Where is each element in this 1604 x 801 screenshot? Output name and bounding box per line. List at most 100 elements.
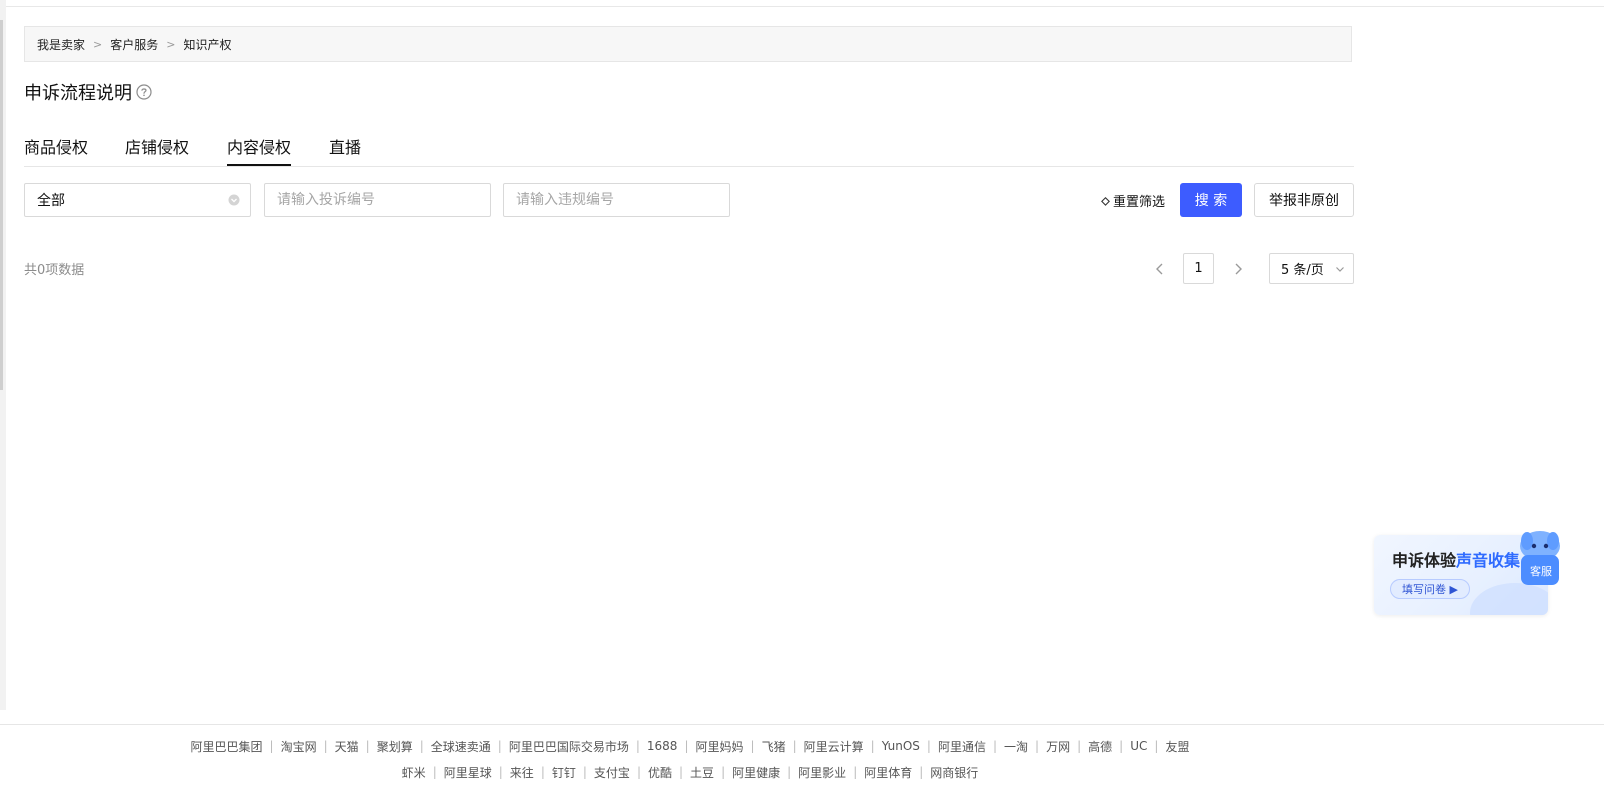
footer-link[interactable]: 阿里体育: [864, 764, 912, 781]
footer-separator: |: [498, 765, 503, 779]
complaint-number-input[interactable]: [264, 183, 491, 217]
breadcrumb-item-ip: 知识产权: [183, 37, 232, 52]
footer-separator: |: [853, 765, 858, 779]
footer-link[interactable]: 全球速卖通: [431, 738, 491, 755]
footer-link[interactable]: 高德: [1088, 738, 1112, 755]
customer-service-float[interactable]: 客服: [1520, 531, 1561, 587]
footer-separator: |: [919, 765, 924, 779]
footer-separator: |: [1154, 739, 1159, 753]
footer-link[interactable]: UC: [1130, 739, 1147, 753]
footer-link[interactable]: 网商银行: [930, 764, 978, 781]
footer-link[interactable]: 阿里巴巴集团: [191, 738, 263, 755]
footer-link[interactable]: 淘宝网: [281, 738, 317, 755]
footer-link[interactable]: 阿里云计算: [804, 738, 864, 755]
breadcrumb-separator-icon: >: [166, 37, 176, 51]
type-select[interactable]: 全部: [24, 183, 251, 217]
page-number-current[interactable]: 1: [1183, 253, 1214, 284]
survey-title-main: 申诉体验: [1392, 551, 1457, 570]
footer-link[interactable]: 一淘: [1004, 738, 1028, 755]
type-select-value: 全部: [37, 193, 65, 209]
total-count: 共0项数据: [24, 263, 85, 278]
footer-link[interactable]: 土豆: [690, 764, 714, 781]
footer-separator: |: [787, 765, 792, 779]
footer-link[interactable]: YunOS: [882, 739, 920, 753]
left-scrollbar-track[interactable]: [0, 0, 6, 710]
footer-separator: |: [635, 739, 640, 753]
chevron-right-icon[interactable]: [1230, 261, 1246, 277]
footer-link[interactable]: 钉钉: [552, 764, 576, 781]
breadcrumb: 我是卖家 > 客户服务 > 知识产权: [24, 26, 1352, 62]
report-non-original-button[interactable]: 举报非原创: [1254, 183, 1354, 217]
customer-service-label: 客服: [1530, 565, 1552, 578]
footer-separator: |: [432, 765, 437, 779]
footer-link[interactable]: 友盟: [1165, 738, 1189, 755]
footer-separator: |: [540, 765, 545, 779]
footer-separator: |: [926, 739, 931, 753]
top-divider: [0, 6, 1604, 7]
page-title: 申诉流程说明: [24, 80, 152, 104]
footer-link[interactable]: 天猫: [335, 738, 359, 755]
footer-separator: |: [679, 765, 684, 779]
footer-link[interactable]: 来往: [510, 764, 534, 781]
footer-separator: |: [1035, 739, 1040, 753]
footer-separator: |: [497, 739, 502, 753]
footer-link[interactable]: 万网: [1046, 738, 1070, 755]
reset-filter-label: 重置筛选: [1113, 194, 1166, 210]
footer-link[interactable]: 1688: [647, 739, 678, 753]
footer-link[interactable]: 阿里健康: [732, 764, 780, 781]
tab-product-infringement[interactable]: 商品侵权: [24, 128, 88, 166]
footer-link[interactable]: 聚划算: [377, 738, 413, 755]
breadcrumb-item-customer-service[interactable]: 客户服务: [110, 36, 158, 53]
footer-link[interactable]: 飞猪: [762, 738, 786, 755]
footer-separator: |: [792, 739, 797, 753]
footer-separator: |: [721, 765, 726, 779]
footer-link[interactable]: 虾米: [402, 764, 426, 781]
footer-link[interactable]: 阿里星球: [444, 764, 492, 781]
footer-separator: |: [365, 739, 370, 753]
search-button[interactable]: 搜 索: [1180, 183, 1242, 217]
footer-link[interactable]: 阿里通信: [938, 738, 986, 755]
footer-link[interactable]: 阿里妈妈: [696, 738, 744, 755]
footer-links-row-1: 阿里巴巴集团 | 淘宝网 | 天猫 | 聚划算 | 全球速卖通 | 阿里巴巴国际交易市场 | 1688 |…: [0, 735, 1380, 757]
footer-link[interactable]: 支付宝: [594, 764, 630, 781]
eraser-icon: [1101, 196, 1110, 206]
page-size-value: 5 条/页: [1281, 263, 1324, 278]
survey-title-highlight: 声音收集: [1456, 551, 1521, 570]
tab-store-infringement[interactable]: 店铺侵权: [125, 128, 189, 166]
left-scrollbar-thumb[interactable]: [0, 20, 3, 390]
footer-link[interactable]: 阿里影业: [798, 764, 846, 781]
breadcrumb-separator-icon: >: [93, 37, 103, 51]
survey-title: 申诉体验声音收集: [1392, 547, 1520, 571]
breadcrumb-item-seller[interactable]: 我是卖家: [37, 36, 85, 53]
footer-divider: [0, 724, 1604, 725]
footer-link[interactable]: 阿里巴巴国际交易市场: [509, 738, 629, 755]
chevron-down-icon: [1336, 267, 1344, 272]
footer-separator: |: [870, 739, 875, 753]
page-size-select[interactable]: 5 条/页: [1269, 253, 1354, 284]
chevron-down-icon: [228, 194, 240, 206]
footer-separator: |: [750, 739, 755, 753]
footer-separator: |: [992, 739, 998, 753]
reset-filter-button[interactable]: 重置筛选: [1100, 183, 1165, 217]
question-circle-icon[interactable]: [136, 84, 152, 100]
footer-links-row-2: 虾米 | 阿里星球 | 来往 | 钉钉 | 支付宝 | 优酷 | 土豆 | 阿里健康 | 阿里影业 | 阿里体育 | 网…: [0, 761, 1380, 783]
page-title-text: 申诉流程说明: [24, 83, 132, 104]
filter-row: 全部 重置筛选 搜 索 举报非原创: [24, 183, 1354, 219]
footer-separator: |: [1119, 739, 1124, 753]
fill-survey-button[interactable]: 填写问卷 ▶: [1390, 579, 1470, 599]
footer-separator: |: [269, 739, 274, 753]
survey-decoration: [1470, 583, 1548, 615]
footer-separator: |: [1077, 739, 1082, 753]
chevron-left-icon[interactable]: [1152, 261, 1168, 277]
footer-separator: |: [419, 739, 424, 753]
footer-separator: |: [582, 765, 587, 779]
footer-separator: |: [636, 765, 641, 779]
footer-separator: |: [323, 739, 328, 753]
footer-link[interactable]: 优酷: [648, 764, 672, 781]
violation-number-input[interactable]: [503, 183, 730, 217]
tab-bar: 商品侵权 店铺侵权 内容侵权 直播: [24, 128, 1354, 167]
footer: 阿里巴巴集团 | 淘宝网 | 天猫 | 聚划算 | 全球速卖通 | 阿里巴巴国际交易市场 | 1688 |…: [0, 735, 1380, 787]
tab-live[interactable]: 直播: [329, 128, 361, 166]
tab-content-infringement[interactable]: 内容侵权: [227, 128, 292, 166]
footer-separator: |: [684, 739, 689, 753]
